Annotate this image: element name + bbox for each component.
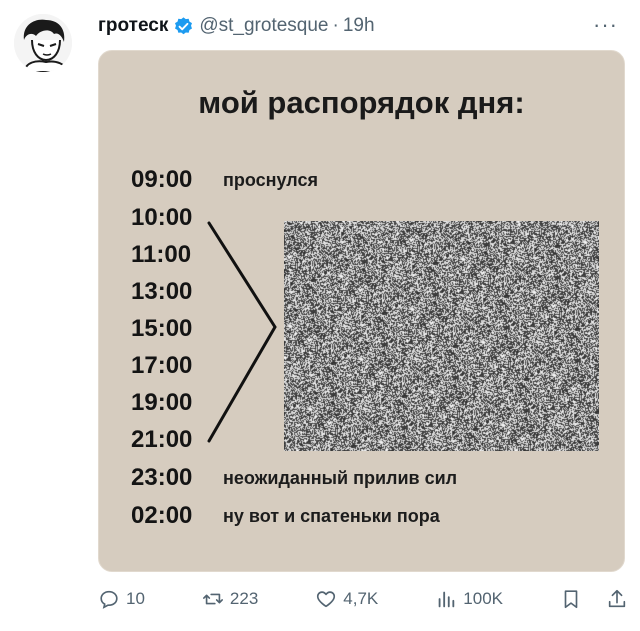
action-bar: 10 223 4,7K 100K bbox=[98, 582, 628, 616]
verified-badge-icon bbox=[175, 16, 193, 34]
avatar-drawing-icon bbox=[14, 14, 72, 72]
heart-icon bbox=[317, 591, 336, 608]
views-button[interactable]: 100K bbox=[435, 588, 503, 610]
timestamp[interactable]: 19h bbox=[343, 15, 375, 37]
tweet-image[interactable]: мой распорядок дня: 09:00 проснулся 10:0… bbox=[98, 50, 625, 572]
retweet-count: 223 bbox=[229, 589, 259, 608]
extra-actions bbox=[560, 588, 628, 610]
retweet-button[interactable]: 223 bbox=[202, 588, 258, 610]
reply-button[interactable]: 10 bbox=[98, 588, 145, 610]
author-name[interactable]: гротеск bbox=[98, 15, 168, 37]
tv-static-noise bbox=[284, 221, 599, 451]
reply-icon bbox=[100, 590, 118, 609]
more-options-icon[interactable]: ··· bbox=[593, 14, 618, 36]
retweet-icon bbox=[202, 593, 223, 605]
share-icon[interactable] bbox=[606, 588, 628, 610]
like-button[interactable]: 4,7K bbox=[315, 588, 378, 610]
views-count: 100K bbox=[463, 589, 503, 608]
separator-dot: · bbox=[332, 15, 339, 36]
bookmark-icon[interactable] bbox=[560, 588, 582, 610]
tweet-header: гротеск @st_grotesque · 19h bbox=[98, 12, 375, 40]
reply-count: 10 bbox=[126, 589, 145, 608]
author-handle[interactable]: @st_grotesque bbox=[199, 15, 328, 37]
views-chart-icon bbox=[438, 591, 455, 608]
avatar[interactable] bbox=[14, 14, 72, 72]
like-count: 4,7K bbox=[343, 589, 379, 608]
